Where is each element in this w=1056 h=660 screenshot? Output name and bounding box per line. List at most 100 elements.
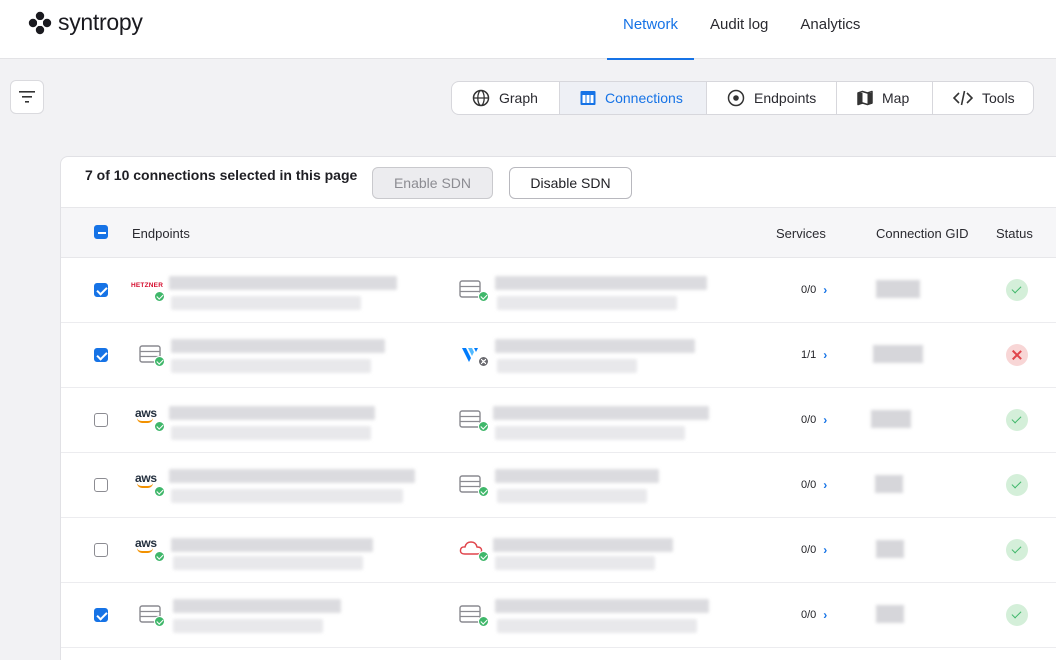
globe-icon [472, 89, 490, 107]
row-checkbox[interactable] [94, 283, 108, 297]
tab-graph-label: Graph [499, 90, 538, 106]
endpoint-detail-redacted [173, 556, 363, 570]
tab-tools-label: Tools [982, 90, 1015, 106]
view-switcher: Graph Connections Endpoints Map Tools [451, 81, 1034, 115]
syntropy-logo-icon [28, 11, 52, 34]
endpoint-name-redacted [169, 276, 397, 290]
services-count[interactable]: 0/0 › [801, 608, 827, 622]
endpoint-target[interactable] [459, 532, 489, 566]
top-bar: syntropy Network Audit log Analytics [0, 0, 1056, 60]
connected-badge-icon [478, 486, 489, 497]
table-row[interactable]: aws 0/0 › [61, 518, 1056, 583]
table-row[interactable]: aws 0/0 › [61, 453, 1056, 518]
connected-badge-icon [154, 551, 165, 562]
endpoint-source[interactable] [135, 337, 165, 371]
code-icon [953, 90, 973, 106]
selection-summary: 7 of 10 connections selected in this pag… [85, 167, 358, 183]
tab-map[interactable]: Map [837, 82, 933, 114]
nav-audit-log[interactable]: Audit log [694, 0, 784, 59]
connected-badge-icon [154, 356, 165, 367]
endpoint-name-redacted [173, 599, 341, 613]
chevron-right-icon: › [823, 413, 828, 427]
endpoint-detail-redacted [171, 426, 371, 440]
table-icon [580, 91, 596, 105]
row-checkbox[interactable] [94, 608, 108, 622]
enable-sdn-button[interactable]: Enable SDN (0) [372, 167, 493, 221]
nav-analytics[interactable]: Analytics [784, 0, 876, 59]
connection-gid-redacted [876, 540, 904, 558]
tab-connections[interactable]: Connections [560, 82, 707, 114]
status-ok-icon [1006, 604, 1028, 626]
connection-gid-redacted [876, 605, 904, 623]
services-count[interactable]: 0/0 › [801, 478, 827, 492]
table-row[interactable]: aws 0/0 › [61, 388, 1056, 453]
endpoint-target[interactable] [459, 597, 489, 631]
header-connection-gid[interactable]: Connection GID [876, 226, 969, 241]
connected-badge-icon [154, 486, 165, 497]
endpoint-name-redacted [493, 406, 709, 420]
select-all-checkbox[interactable] [94, 225, 108, 239]
endpoint-detail-redacted [497, 296, 677, 310]
status-error-icon [1006, 344, 1028, 366]
main-nav: Network Audit log Analytics [607, 0, 876, 60]
table-row[interactable]: 1/1 › [61, 323, 1056, 388]
connections-panel: 7 of 10 connections selected in this pag… [60, 156, 1056, 660]
aws-smile-mark [137, 483, 153, 488]
connection-gid-redacted [875, 475, 903, 493]
endpoint-source[interactable] [135, 597, 165, 631]
tab-tools[interactable]: Tools [933, 82, 1033, 114]
services-count[interactable]: 0/0 › [801, 413, 827, 427]
endpoint-name-redacted [493, 538, 673, 552]
services-value: 0/0 [801, 479, 817, 491]
aws-smile-mark [137, 548, 153, 553]
services-value: 0/0 [801, 609, 817, 621]
row-checkbox[interactable] [94, 348, 108, 362]
row-checkbox[interactable] [94, 543, 108, 557]
endpoint-detail-redacted [495, 426, 685, 440]
row-checkbox[interactable] [94, 413, 108, 427]
connected-badge-icon [154, 421, 165, 432]
tab-endpoints[interactable]: Endpoints [707, 82, 837, 114]
endpoint-target[interactable] [459, 467, 489, 501]
endpoint-name-redacted [169, 406, 375, 420]
endpoint-target[interactable] [459, 337, 489, 371]
endpoint-source[interactable]: aws [135, 532, 165, 566]
endpoint-target[interactable] [459, 402, 489, 436]
connection-gid-redacted [871, 410, 911, 428]
table-row[interactable]: 0/0 › [61, 583, 1056, 648]
table-row[interactable]: HETZNER 0/0 › [61, 258, 1056, 323]
row-checkbox[interactable] [94, 478, 108, 492]
aws-smile-mark [137, 418, 153, 423]
endpoint-detail-redacted [497, 359, 637, 373]
connected-badge-icon [478, 616, 489, 627]
tab-graph[interactable]: Graph [452, 82, 560, 114]
target-icon [727, 89, 745, 107]
services-value: 0/0 [801, 544, 817, 556]
disable-sdn-button[interactable]: Disable SDN (7) [509, 167, 632, 221]
brand-logo[interactable]: syntropy [28, 9, 143, 36]
endpoint-target[interactable] [459, 272, 489, 306]
endpoint-source[interactable]: HETZNER [131, 272, 165, 306]
tab-connections-label: Connections [605, 90, 683, 106]
filter-button[interactable] [10, 80, 44, 114]
endpoint-detail-redacted [497, 489, 647, 503]
endpoint-name-redacted [171, 339, 385, 353]
tab-map-label: Map [882, 90, 910, 106]
nav-network[interactable]: Network [607, 0, 695, 60]
hetzner-logo-icon: HETZNER [131, 282, 164, 289]
chevron-right-icon: › [823, 543, 828, 557]
header-endpoints[interactable]: Endpoints [132, 226, 190, 241]
header-status[interactable]: Status [996, 226, 1033, 241]
connected-badge-icon [154, 616, 165, 627]
header-services[interactable]: Services [776, 226, 826, 241]
endpoint-source[interactable]: aws [135, 402, 165, 436]
table-header: Endpoints Services Connection GID Status [61, 207, 1056, 258]
endpoint-source[interactable]: aws [135, 467, 165, 501]
services-count[interactable]: 1/1 › [801, 348, 827, 362]
filter-icon [19, 91, 35, 103]
services-count[interactable]: 0/0 › [801, 283, 827, 297]
connected-badge-icon [478, 291, 489, 302]
services-count[interactable]: 0/0 › [801, 543, 827, 557]
endpoint-detail-redacted [173, 619, 323, 633]
connected-badge-icon [154, 291, 165, 302]
